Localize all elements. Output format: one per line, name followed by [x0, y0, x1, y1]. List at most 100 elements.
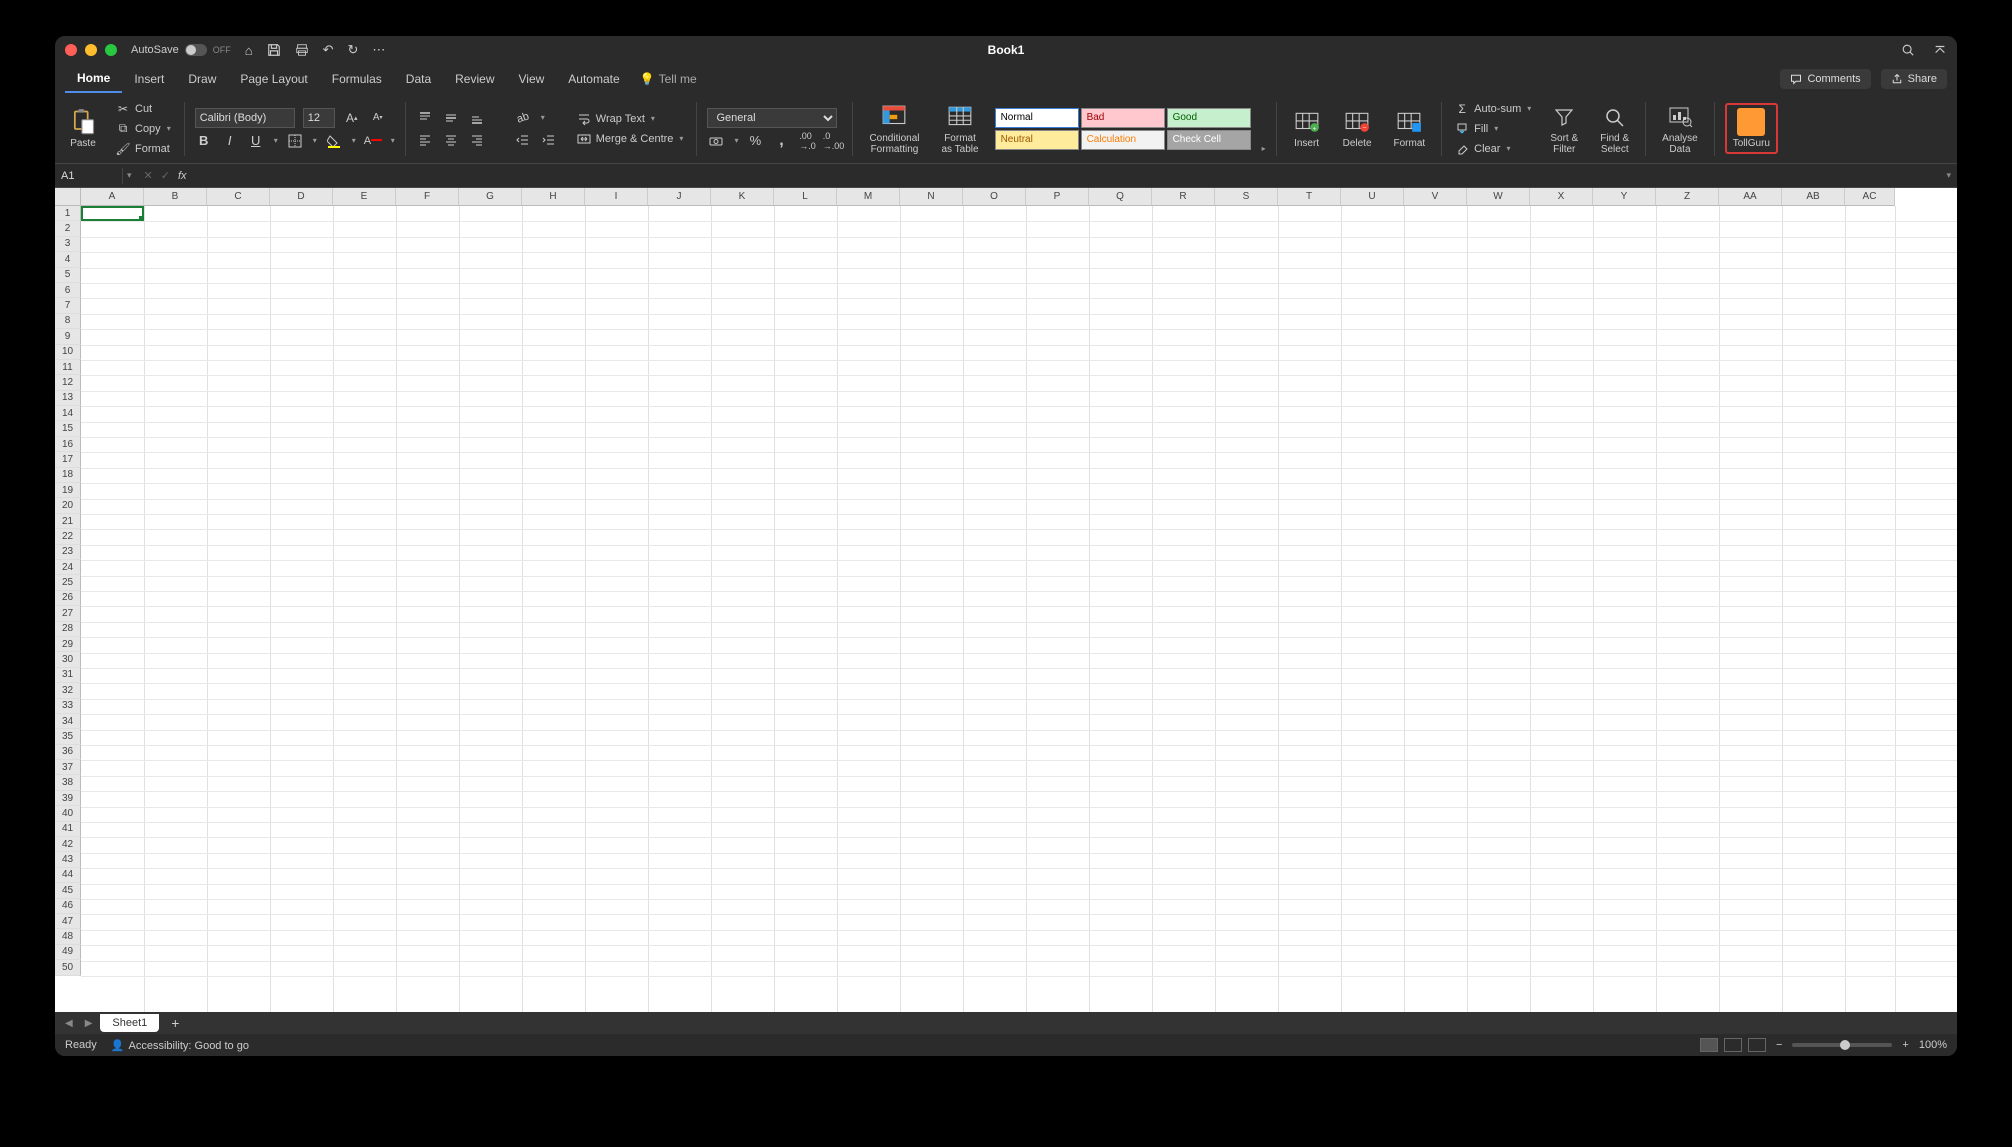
row-header-50[interactable]: 50	[55, 960, 81, 975]
redo-icon[interactable]: ↻	[347, 42, 358, 58]
font-color-button[interactable]: A	[364, 132, 382, 150]
col-header-N[interactable]: N	[900, 188, 963, 206]
row-header-44[interactable]: 44	[55, 868, 81, 883]
formula-input[interactable]	[195, 170, 1941, 182]
row-header-46[interactable]: 46	[55, 899, 81, 914]
sheet-nav-prev-icon[interactable]: ◀	[61, 1018, 77, 1029]
sheet-tab-sheet1[interactable]: Sheet1	[100, 1014, 159, 1032]
paste-button[interactable]: Paste	[63, 106, 103, 151]
undo-icon[interactable]: ↶	[323, 42, 334, 58]
col-header-J[interactable]: J	[648, 188, 711, 206]
active-cell-A1[interactable]	[81, 206, 144, 221]
col-header-AB[interactable]: AB	[1782, 188, 1845, 206]
decrease-decimal-icon[interactable]: .0→.00	[824, 132, 842, 150]
row-header-24[interactable]: 24	[55, 560, 81, 575]
col-header-D[interactable]: D	[270, 188, 333, 206]
row-header-2[interactable]: 2	[55, 221, 81, 236]
save-icon[interactable]	[267, 43, 281, 57]
tab-automate[interactable]: Automate	[556, 66, 631, 92]
row-header-47[interactable]: 47	[55, 914, 81, 929]
sheet-nav-next-icon[interactable]: ▶	[81, 1018, 97, 1029]
col-header-X[interactable]: X	[1530, 188, 1593, 206]
row-header-23[interactable]: 23	[55, 545, 81, 560]
style-neutral[interactable]: Neutral	[995, 130, 1079, 150]
fill-button[interactable]: Fill▾	[1452, 121, 1534, 137]
tab-review[interactable]: Review	[443, 66, 506, 92]
more-icon[interactable]: ⋯	[372, 42, 385, 58]
cells-area[interactable]	[81, 206, 1957, 1012]
row-header-14[interactable]: 14	[55, 406, 81, 421]
row-header-10[interactable]: 10	[55, 345, 81, 360]
cell-styles-gallery[interactable]: Normal Bad Good Neutral Calculation Chec…	[995, 108, 1251, 150]
increase-indent-icon[interactable]	[540, 131, 558, 149]
row-header-28[interactable]: 28	[55, 622, 81, 637]
tab-home[interactable]: Home	[65, 65, 122, 93]
style-good[interactable]: Good	[1167, 108, 1251, 128]
close-window-button[interactable]	[65, 44, 77, 56]
tab-insert[interactable]: Insert	[122, 66, 176, 92]
row-header-13[interactable]: 13	[55, 391, 81, 406]
tab-draw[interactable]: Draw	[176, 66, 228, 92]
align-left-icon[interactable]	[416, 131, 434, 149]
col-header-S[interactable]: S	[1215, 188, 1278, 206]
col-header-Q[interactable]: Q	[1089, 188, 1152, 206]
row-header-3[interactable]: 3	[55, 237, 81, 252]
align-bottom-icon[interactable]	[468, 109, 486, 127]
analyse-data-button[interactable]: Analyse Data	[1656, 101, 1704, 157]
col-header-F[interactable]: F	[396, 188, 459, 206]
row-header-30[interactable]: 30	[55, 652, 81, 667]
page-layout-view-icon[interactable]	[1724, 1038, 1742, 1052]
clear-button[interactable]: Clear▾	[1452, 141, 1534, 157]
copy-button[interactable]: ⧉Copy▾	[113, 121, 174, 137]
row-header-26[interactable]: 26	[55, 591, 81, 606]
tab-view[interactable]: View	[507, 66, 557, 92]
delete-cells-button[interactable]: −Delete	[1337, 106, 1378, 151]
col-header-O[interactable]: O	[963, 188, 1026, 206]
tollguru-button[interactable]: TollGuru	[1725, 103, 1778, 154]
autosum-button[interactable]: ΣAuto-sum▾	[1452, 101, 1534, 117]
tab-page-layout[interactable]: Page Layout	[228, 66, 319, 92]
comma-icon[interactable]: ,	[772, 132, 790, 150]
col-header-V[interactable]: V	[1404, 188, 1467, 206]
col-header-W[interactable]: W	[1467, 188, 1530, 206]
share-button[interactable]: Share	[1881, 69, 1947, 89]
merge-center-button[interactable]: Merge & Centre▾	[574, 131, 687, 147]
row-header-7[interactable]: 7	[55, 298, 81, 313]
name-box[interactable]	[55, 168, 123, 184]
sort-filter-button[interactable]: Sort & Filter	[1544, 101, 1584, 157]
fx-icon[interactable]: fx	[178, 170, 187, 182]
row-header-15[interactable]: 15	[55, 421, 81, 436]
row-header-19[interactable]: 19	[55, 483, 81, 498]
italic-button[interactable]: I	[221, 132, 239, 150]
orientation-icon[interactable]: ab	[511, 106, 534, 129]
col-header-K[interactable]: K	[711, 188, 774, 206]
col-header-L[interactable]: L	[774, 188, 837, 206]
accessibility-status[interactable]: 👤Accessibility: Good to go	[111, 1039, 249, 1052]
increase-decimal-icon[interactable]: .00→.0	[798, 132, 816, 150]
fill-color-button[interactable]	[325, 132, 343, 150]
wrap-text-button[interactable]: Wrap Text▾	[574, 111, 687, 127]
cut-button[interactable]: ✂Cut	[113, 101, 174, 117]
expand-formula-bar-icon[interactable]: ▾	[1940, 170, 1957, 181]
row-header-29[interactable]: 29	[55, 637, 81, 652]
row-header-41[interactable]: 41	[55, 822, 81, 837]
currency-icon[interactable]	[707, 132, 725, 150]
zoom-in-button[interactable]: +	[1902, 1039, 1908, 1051]
col-header-Z[interactable]: Z	[1656, 188, 1719, 206]
row-header-18[interactable]: 18	[55, 468, 81, 483]
row-header-38[interactable]: 38	[55, 775, 81, 790]
style-normal[interactable]: Normal	[995, 108, 1079, 128]
comments-button[interactable]: Comments	[1780, 69, 1870, 89]
col-header-M[interactable]: M	[837, 188, 900, 206]
style-check-cell[interactable]: Check Cell	[1167, 130, 1251, 150]
row-header-8[interactable]: 8	[55, 314, 81, 329]
maximize-window-button[interactable]	[105, 44, 117, 56]
row-header-32[interactable]: 32	[55, 683, 81, 698]
decrease-indent-icon[interactable]	[514, 131, 532, 149]
row-header-25[interactable]: 25	[55, 575, 81, 590]
row-header-20[interactable]: 20	[55, 498, 81, 513]
zoom-level[interactable]: 100%	[1919, 1039, 1947, 1051]
font-size-select[interactable]	[303, 108, 335, 128]
print-icon[interactable]	[295, 43, 309, 57]
borders-button[interactable]	[286, 132, 304, 150]
